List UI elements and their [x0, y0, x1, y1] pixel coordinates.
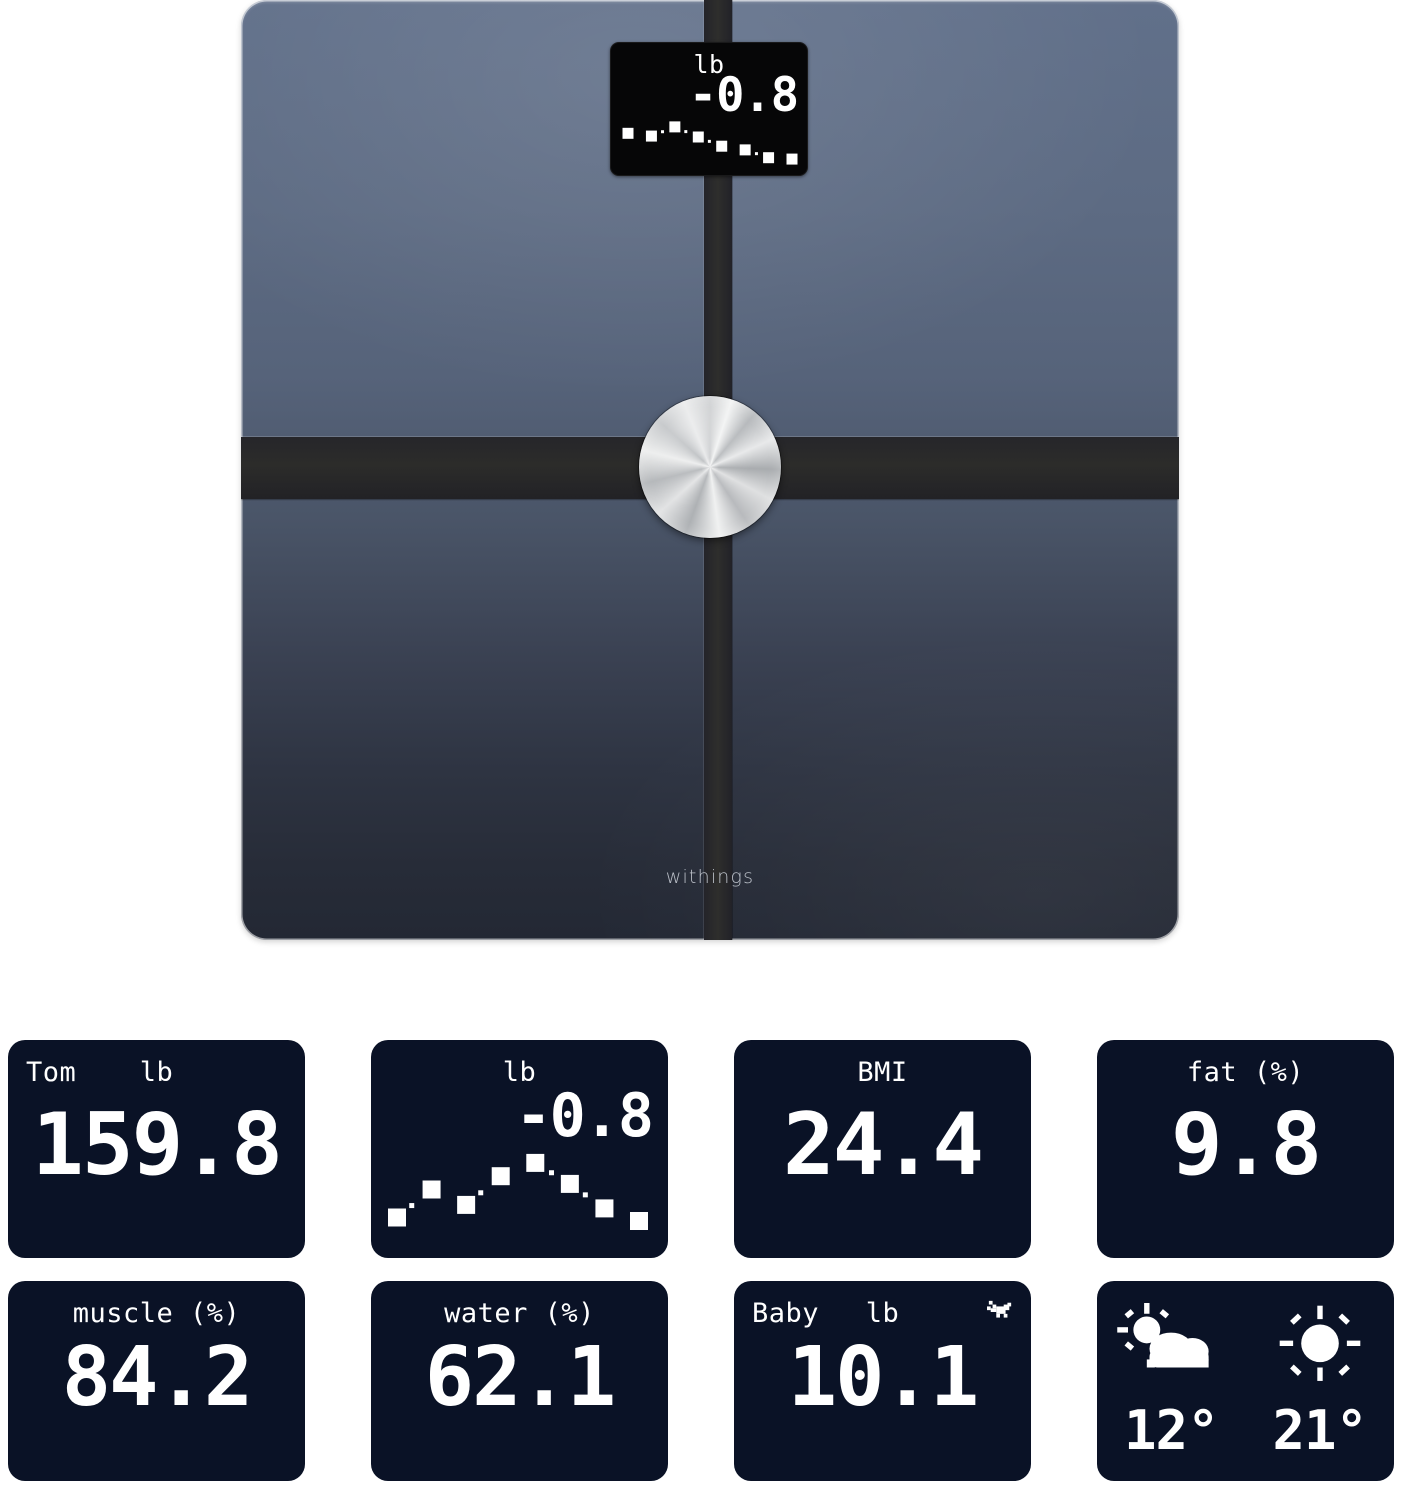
panel-weight-unit-label: lb: [139, 1057, 174, 1088]
panel-water[interactable]: water (%) 62.1: [371, 1281, 668, 1481]
withings-logo: withings: [665, 866, 755, 888]
scale-glass-top: lb -0.8 withings: [241, 0, 1179, 940]
panel-weight-value: 159.8: [32, 1095, 283, 1195]
weather-today: 12°: [1097, 1281, 1246, 1481]
sun-behind-cloud-icon: [1117, 1303, 1209, 1368]
weather-tomorrow: 21°: [1246, 1281, 1395, 1481]
panel-baby-value: 10.1: [787, 1330, 979, 1425]
panel-bmi-value: 24.4: [782, 1095, 984, 1195]
display-mode-panel-grid: Tom lb 159.8 lb -0.8 BMI 24.4 fat (%) 9.…: [8, 1040, 1404, 1481]
scale-center-metal-disc[interactable]: [639, 396, 781, 538]
panel-weather[interactable]: 12° 21°: [1097, 1281, 1394, 1481]
panel-fat[interactable]: fat (%) 9.8: [1097, 1040, 1394, 1258]
panel-bmi-label: BMI: [857, 1057, 908, 1088]
panel-trend-chart: [388, 1153, 648, 1230]
weather-tomorrow-temp: 21°: [1272, 1399, 1368, 1462]
sun-icon: [1279, 1305, 1361, 1381]
panel-muscle[interactable]: muscle (%) 84.2: [8, 1281, 305, 1481]
panel-fat-label: fat (%): [1186, 1057, 1305, 1088]
scale-lcd-trend-chart: [622, 121, 798, 165]
panel-trend[interactable]: lb -0.8: [371, 1040, 668, 1258]
panel-water-label: water (%): [444, 1298, 595, 1329]
weather-today-temp: 12°: [1123, 1399, 1220, 1462]
panel-muscle-value: 84.2: [61, 1330, 253, 1425]
panel-fat-value: 9.8: [1170, 1095, 1322, 1195]
baby-crawling-icon: [987, 1300, 1012, 1318]
panel-bmi[interactable]: BMI 24.4: [734, 1040, 1031, 1258]
panel-water-value: 62.1: [424, 1330, 616, 1425]
withings-smart-scale: lb -0.8 withings: [241, 0, 1179, 940]
panel-muscle-label: muscle (%): [72, 1298, 241, 1329]
panel-weight[interactable]: Tom lb 159.8: [8, 1040, 305, 1258]
scale-lcd-display: lb -0.8: [610, 42, 808, 176]
panel-baby[interactable]: Baby lb 10.1: [734, 1281, 1031, 1481]
